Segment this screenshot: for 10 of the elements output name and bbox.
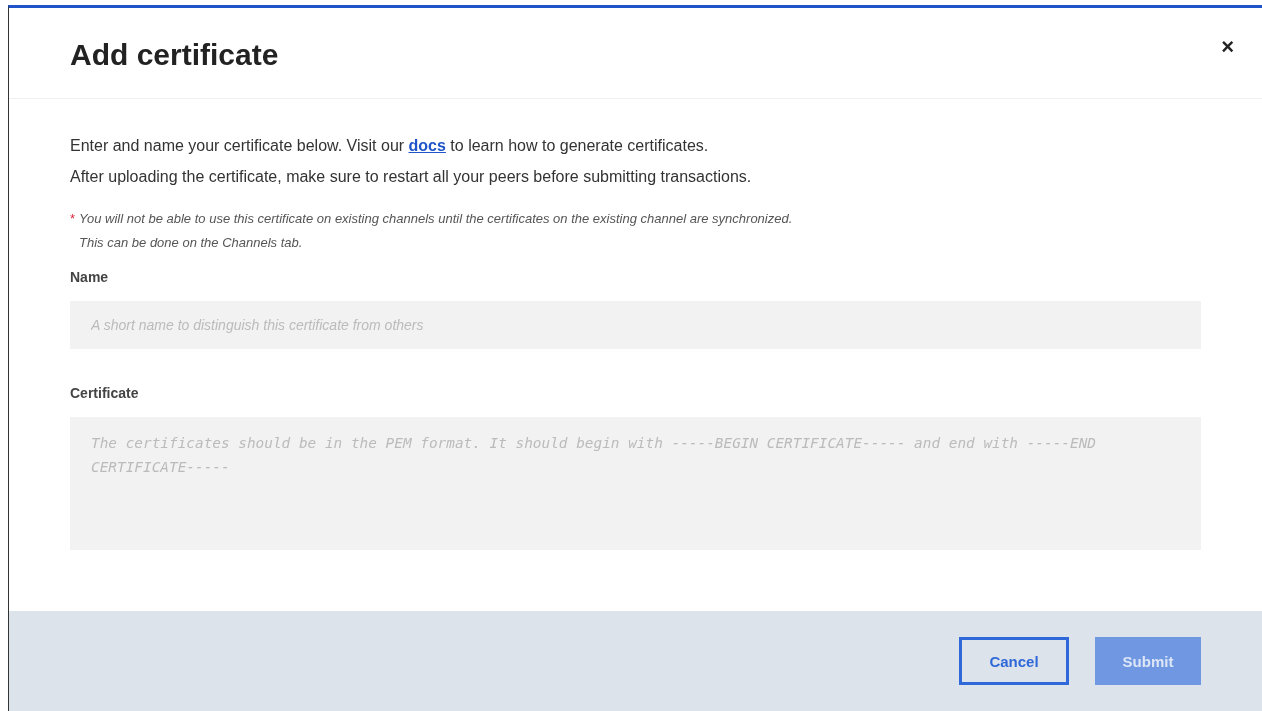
docs-link[interactable]: docs <box>408 137 446 154</box>
intro-text: Enter and name your certificate below. Visit our docs to learn how to generate certificates. <box>70 137 710 155</box>
close-button[interactable]: × <box>1217 34 1238 60</box>
field-label: Name <box>70 269 110 285</box>
intro-text: After uploading the certificate, make sure to restart all your peers before submitting transactions. <box>70 168 753 186</box>
note-text: You will not be able to use this certificate on existing channels until the certificates on the existing channel are synchronized. This can be done on the Channels tab. <box>79 210 794 252</box>
required-mark: * <box>70 210 76 228</box>
cancel-button[interactable]: Cancel <box>959 637 1069 685</box>
field-label: Certificate <box>70 385 140 401</box>
dialog-title: Add certificate <box>70 38 279 72</box>
